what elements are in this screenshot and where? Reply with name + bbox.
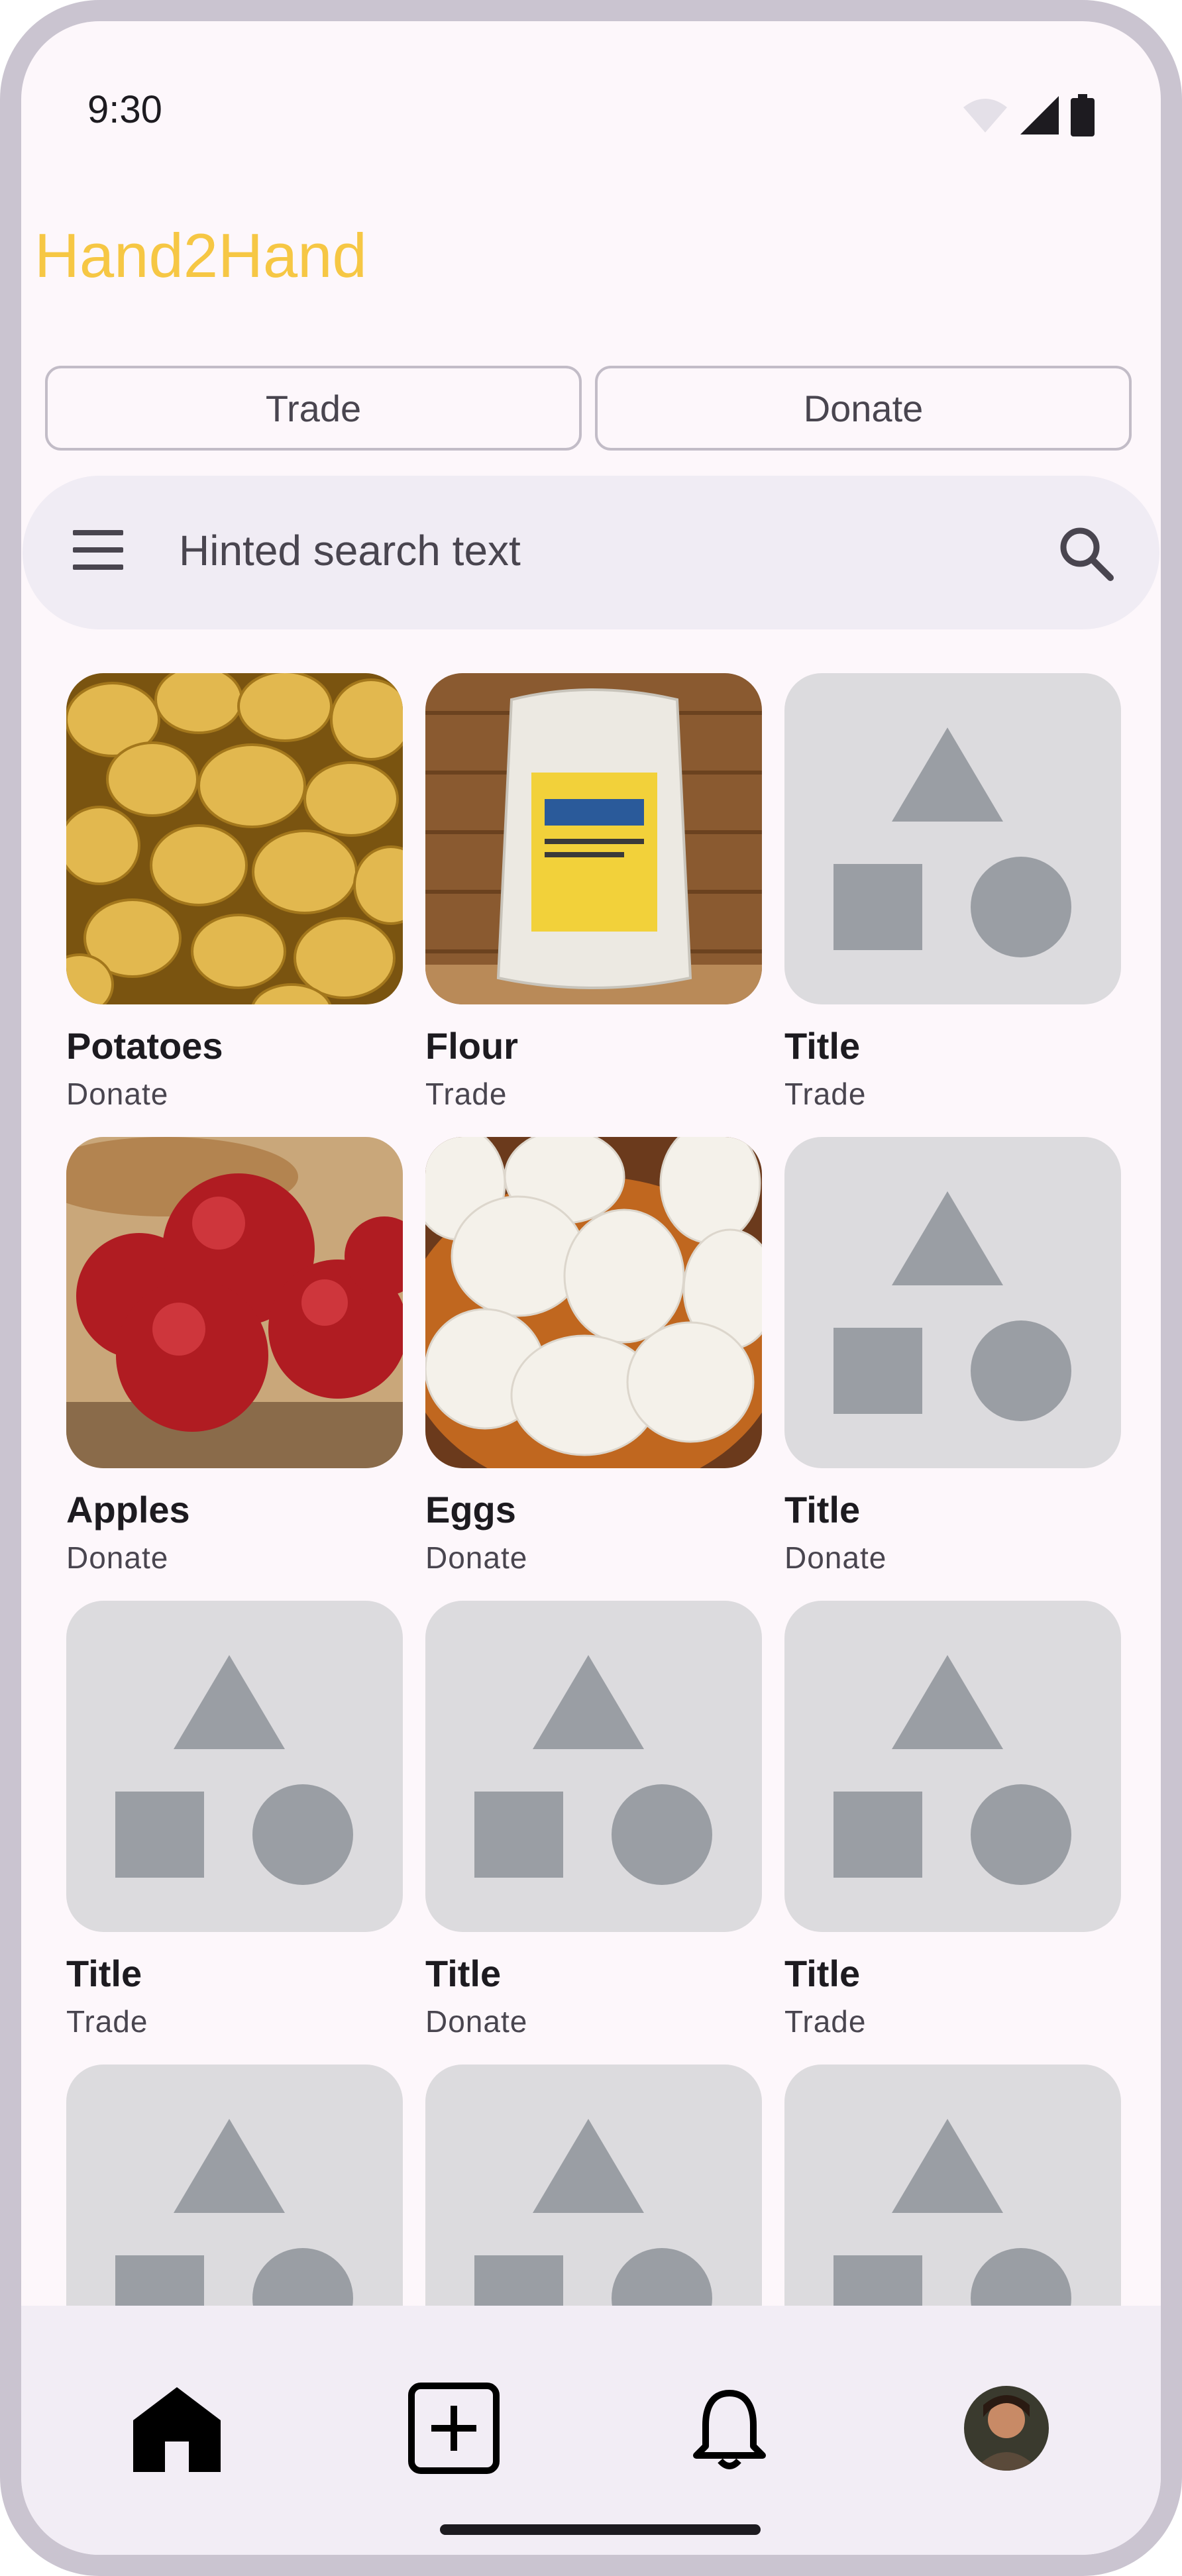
search-bar[interactable]: Hinted search text (23, 476, 1159, 629)
placeholder-image-icon (784, 1601, 1121, 1932)
item-card[interactable]: Flour Trade (425, 673, 762, 1111)
item-card[interactable]: Apples Donate (66, 1137, 403, 1575)
bell-icon (693, 2390, 766, 2469)
item-image-potatoes (66, 673, 403, 1004)
battery-icon (1071, 94, 1095, 136)
search-icon[interactable] (1056, 523, 1116, 583)
item-type: Trade (784, 1077, 867, 1111)
trade-button[interactable]: Trade (45, 366, 582, 451)
placeholder-image-icon (784, 673, 1121, 1004)
item-type: Trade (66, 2004, 148, 2039)
home-indicator[interactable] (440, 2524, 761, 2535)
bottom-navigation (21, 2306, 1161, 2555)
wifi-icon (963, 99, 1007, 133)
add-box-icon (408, 2383, 500, 2474)
home-icon (133, 2387, 221, 2472)
placeholder-image-icon (425, 1601, 762, 1932)
status-icons (962, 94, 1095, 136)
menu-icon[interactable] (73, 530, 126, 570)
item-type: Donate (66, 1540, 169, 1575)
item-title: Eggs (425, 1489, 516, 1530)
item-title: Potatoes (66, 1025, 223, 1067)
item-card[interactable]: Title Donate (784, 1137, 1121, 1575)
device-frame: 9:30 Hand2Hand Trade Donate Hinted searc… (0, 0, 1182, 2576)
donate-button[interactable]: Donate (595, 366, 1132, 451)
nav-notifications[interactable] (680, 2379, 779, 2478)
item-type: Donate (66, 1077, 169, 1111)
item-type: Donate (425, 1540, 528, 1575)
item-title: Title (784, 1489, 861, 1530)
item-card[interactable]: Title Donate (425, 1601, 762, 2039)
item-image-apples (66, 1137, 403, 1468)
item-type: Donate (784, 1540, 887, 1575)
app-title: Hand2Hand (34, 221, 367, 290)
item-type: Trade (425, 1077, 508, 1111)
item-type: Donate (425, 2004, 528, 2039)
item-card[interactable]: Title Trade (66, 1601, 403, 2039)
status-time: 9:30 (87, 88, 162, 131)
item-card[interactable]: Eggs Donate (425, 1137, 762, 1575)
nav-profile[interactable] (957, 2379, 1056, 2478)
item-image-eggs (425, 1137, 762, 1468)
search-input[interactable]: Hinted search text (179, 526, 521, 575)
nav-home[interactable] (127, 2379, 227, 2478)
placeholder-image-icon (66, 1601, 403, 1932)
item-type: Trade (784, 2004, 867, 2039)
item-title: Title (66, 1953, 142, 1994)
item-card[interactable]: Potatoes Donate (66, 673, 403, 1111)
signal-icon (1020, 96, 1059, 134)
item-title: Title (425, 1953, 502, 1994)
placeholder-image-icon (784, 1137, 1121, 1468)
item-card[interactable]: Title Trade (784, 1601, 1121, 2039)
item-image-flour (425, 673, 762, 1004)
nav-add[interactable] (404, 2379, 504, 2478)
item-title: Title (784, 1025, 861, 1067)
screen: 9:30 Hand2Hand Trade Donate Hinted searc… (21, 21, 1161, 2555)
item-card[interactable]: Title Trade (784, 673, 1121, 1111)
item-title: Title (784, 1953, 861, 1994)
avatar (964, 2386, 1049, 2471)
item-title: Flour (425, 1025, 518, 1067)
item-title: Apples (66, 1489, 190, 1530)
